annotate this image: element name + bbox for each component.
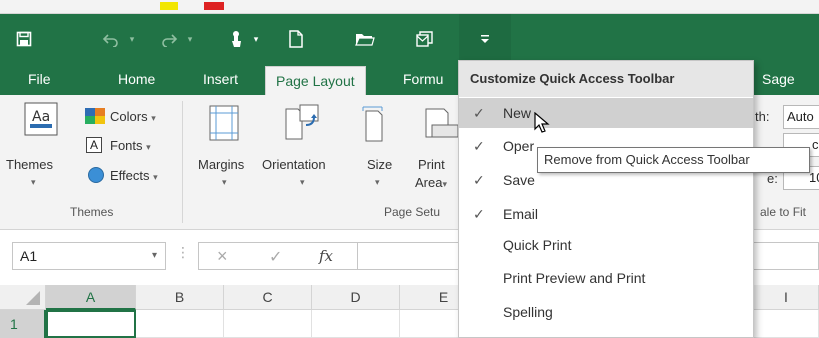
tab-home[interactable]: Home [118, 64, 155, 95]
undo-dropdown-icon[interactable]: ▾ [126, 24, 138, 54]
menu-item-label: Spelling [503, 304, 553, 320]
scale-label: e: [767, 171, 778, 186]
name-box-dropdown-icon[interactable]: ▾ [152, 243, 157, 269]
formula-bar-splitter-icon[interactable]: ⋮ [176, 244, 190, 261]
touch-mode-icon[interactable] [224, 24, 250, 54]
name-box[interactable]: A1 ▾ [12, 242, 166, 270]
menu-item-new[interactable]: ✓ New [459, 98, 753, 128]
top-window-strip [0, 0, 819, 14]
menu-item-email[interactable]: ✓ Email [459, 199, 753, 229]
menu-item-label: Print Preview and Print [503, 270, 646, 286]
customize-qat-menu: Customize Quick Access Toolbar ✓ New ✓ O… [458, 60, 754, 338]
cell-i1[interactable] [754, 310, 819, 338]
scale-to-fit-group-label: ale to Fit [760, 205, 807, 219]
orientation-label[interactable]: Orientation [262, 157, 326, 172]
effects-button[interactable]: Effects ▾ [110, 168, 158, 183]
tab-page-layout[interactable]: Page Layout [265, 66, 366, 95]
svg-text:Aa: Aa [32, 109, 50, 125]
insert-function-icon[interactable]: fx [319, 247, 333, 265]
menu-item-label: New [503, 105, 532, 121]
effects-label: Effects [110, 168, 150, 183]
colors-icon[interactable] [85, 108, 105, 124]
colors-button[interactable]: Colors ▾ [110, 109, 156, 124]
themes-group-label: Themes [70, 205, 114, 219]
save-icon[interactable] [10, 24, 38, 54]
formula-buttons: × ✓ fx [198, 242, 358, 270]
email-icon[interactable] [411, 24, 439, 54]
redo-dropdown-icon[interactable]: ▾ [184, 24, 196, 54]
tab-insert[interactable]: Insert [203, 64, 238, 95]
print-label[interactable]: Print [418, 157, 445, 172]
tooltip: Remove from Quick Access Toolbar [537, 147, 810, 173]
menu-item-print-preview[interactable]: Print Preview and Print [459, 263, 753, 293]
menu-item-label: Email [503, 206, 539, 222]
name-box-value: A1 [20, 248, 38, 264]
width-value: Auto [787, 109, 814, 124]
menu-item-label: Save [503, 172, 535, 188]
themes-dropdown-icon[interactable]: ▾ [31, 177, 36, 188]
height-value: c [812, 137, 819, 152]
colors-label: Colors [110, 109, 148, 124]
column-header-c[interactable]: C [224, 285, 312, 310]
redo-icon[interactable] [156, 24, 182, 54]
width-label: th: [755, 109, 770, 124]
customize-toolbar-button[interactable] [459, 14, 511, 64]
customize-toolbar-icon [481, 35, 489, 43]
menu-title: Customize Quick Access Toolbar [459, 61, 753, 97]
check-icon: ✓ [473, 105, 485, 121]
yellow-swatch [160, 2, 178, 10]
cell-c1[interactable] [224, 310, 312, 338]
menu-item-spelling[interactable]: Spelling [459, 297, 753, 327]
print-area-icon[interactable] [422, 107, 459, 146]
cancel-icon[interactable]: × [217, 246, 228, 267]
orientation-icon[interactable] [284, 103, 320, 144]
themes-icon[interactable]: Aa [24, 102, 58, 139]
size-icon[interactable] [362, 105, 386, 146]
print-area-button[interactable]: Area▾ [415, 175, 447, 190]
cell-d1[interactable] [312, 310, 400, 338]
tab-file[interactable]: File [28, 64, 51, 95]
group-separator [182, 101, 183, 223]
column-header-a[interactable]: A [46, 285, 136, 310]
menu-item-label: Oper [503, 138, 535, 154]
cell-a1[interactable] [46, 310, 136, 338]
cell-b1[interactable] [136, 310, 224, 338]
check-icon: ✓ [473, 172, 485, 188]
fonts-icon[interactable]: A [86, 137, 102, 153]
scale-value: 10 [809, 170, 819, 185]
fonts-label: Fonts [110, 138, 143, 153]
size-label[interactable]: Size [367, 157, 392, 172]
margins-label[interactable]: Margins [198, 157, 244, 172]
new-document-icon[interactable] [283, 24, 309, 54]
size-dropdown-icon[interactable]: ▾ [375, 177, 380, 188]
mouse-pointer-icon [534, 111, 550, 137]
touch-mode-dropdown-icon[interactable]: ▾ [250, 24, 262, 54]
open-folder-icon[interactable] [351, 24, 379, 54]
check-icon: ✓ [473, 138, 485, 154]
width-select[interactable]: Auto [783, 105, 819, 129]
orientation-dropdown-icon[interactable]: ▾ [300, 177, 305, 188]
red-swatch [204, 2, 224, 10]
area-label: Area [415, 175, 443, 190]
column-header-i[interactable]: I [754, 285, 819, 310]
themes-button-label[interactable]: Themes [6, 157, 53, 172]
select-all-corner[interactable] [0, 285, 46, 310]
row-header-1[interactable]: 1 [0, 310, 46, 338]
tab-formulas[interactable]: Formu [403, 64, 443, 95]
undo-icon[interactable] [98, 24, 124, 54]
column-header-b[interactable]: B [136, 285, 224, 310]
effects-icon[interactable] [88, 167, 104, 183]
tab-sage[interactable]: Sage [762, 64, 795, 95]
column-header-d[interactable]: D [312, 285, 400, 310]
margins-dropdown-icon[interactable]: ▾ [222, 177, 227, 188]
menu-item-quick-print[interactable]: Quick Print [459, 230, 753, 260]
page-setup-group-label: Page Setu [384, 205, 441, 219]
enter-icon[interactable]: ✓ [269, 247, 282, 267]
margins-icon[interactable] [209, 105, 239, 144]
check-icon: ✓ [473, 206, 485, 222]
quick-access-toolbar: ▾ ▾ ▾ [0, 14, 819, 64]
menu-item-label: Quick Print [503, 237, 572, 253]
fonts-button[interactable]: Fonts ▾ [110, 138, 151, 153]
